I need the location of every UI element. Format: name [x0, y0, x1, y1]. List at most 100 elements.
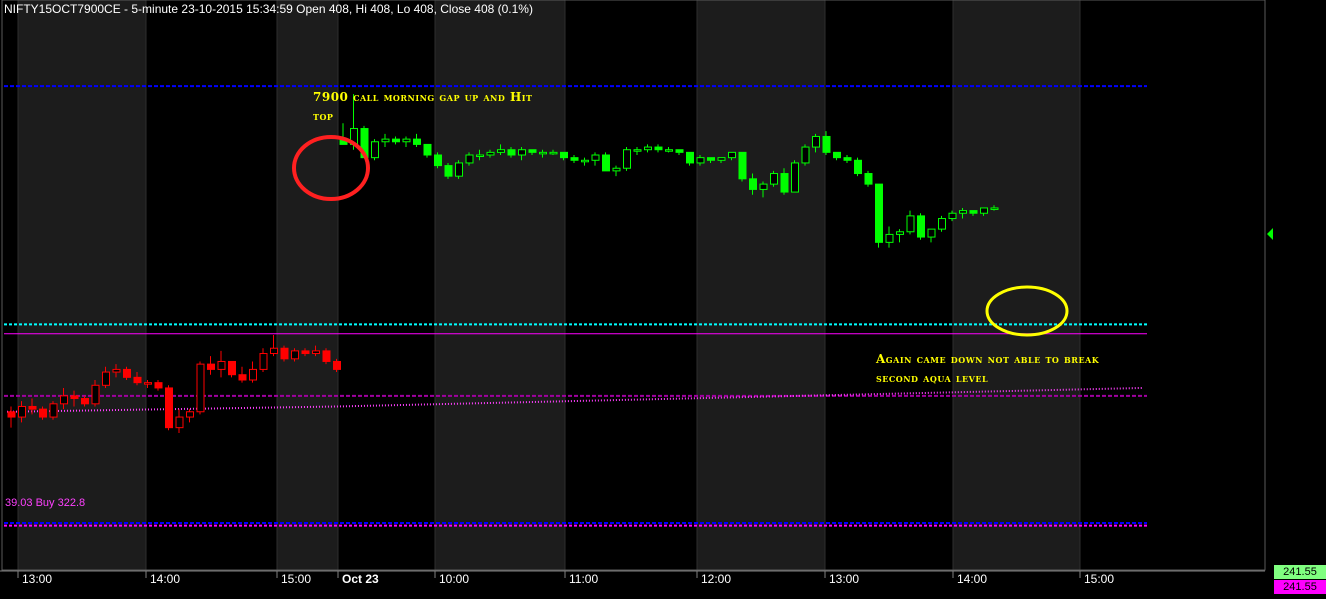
- candle-body: [423, 143, 432, 156]
- candle-body: [322, 350, 331, 362]
- candle-body: [560, 151, 568, 159]
- candle-body: [707, 157, 715, 161]
- annotation-top-line2: top: [313, 109, 333, 123]
- candle-body: [969, 210, 978, 214]
- candle-body: [291, 350, 299, 360]
- candle-body: [238, 374, 247, 381]
- x-tick-label: 11:00: [569, 572, 598, 586]
- candle-body: [381, 138, 390, 143]
- candle-body: [864, 173, 873, 185]
- candle-body: [780, 173, 789, 193]
- candle-body: [623, 149, 631, 169]
- candle-body: [770, 173, 778, 185]
- candle-body: [154, 382, 163, 389]
- candle-body: [465, 154, 474, 164]
- candle-body: [217, 360, 226, 370]
- candle-body: [728, 151, 736, 159]
- candle-body: [81, 398, 89, 405]
- candle-body: [39, 408, 47, 418]
- candle-body: [570, 157, 579, 161]
- x-tick-label: 14:00: [150, 572, 180, 586]
- candle-body: [507, 149, 516, 156]
- candle-body: [486, 151, 495, 156]
- candle-body: [207, 363, 215, 370]
- candle-body: [654, 146, 663, 151]
- candle-body: [476, 154, 484, 157]
- candle-body: [854, 159, 862, 175]
- candle-body: [301, 350, 310, 355]
- candle-body: [549, 151, 558, 155]
- candle-body: [906, 215, 915, 233]
- chart-title: NIFTY15OCT7900CE - 5-minute 23-10-2015 1…: [4, 2, 533, 16]
- x-tick-label: 12:00: [701, 572, 731, 586]
- candle-body: [791, 162, 799, 193]
- candle-body: [675, 149, 684, 153]
- candle-body: [539, 151, 547, 155]
- candle-body: [497, 149, 505, 153]
- candle-body: [717, 157, 726, 161]
- candle-body: [990, 207, 999, 210]
- candle-body: [875, 183, 883, 243]
- candle-body: [49, 403, 58, 418]
- candle-body: [7, 411, 16, 418]
- candle-body: [896, 231, 904, 235]
- candle-body: [123, 368, 131, 378]
- candle-body: [270, 347, 278, 355]
- candle-body: [612, 167, 621, 172]
- price-box-lower: 241.55: [1274, 580, 1326, 594]
- candle-body: [186, 411, 194, 418]
- candle-body: [948, 212, 957, 220]
- candle-body: [228, 360, 236, 376]
- x-tick-label: Oct 23: [342, 572, 379, 586]
- candle-body: [843, 157, 852, 161]
- candle-body: [112, 368, 121, 373]
- candle-body: [444, 165, 453, 177]
- candle-body: [392, 138, 400, 143]
- candle-body: [249, 368, 257, 381]
- x-tick-label: 15:00: [281, 572, 311, 586]
- candle-body: [738, 151, 747, 180]
- annotation-bottom-line1: Again came down not able to break: [875, 352, 1100, 366]
- candle-body: [28, 405, 37, 410]
- candle-body: [980, 207, 988, 214]
- candle-body: [371, 141, 379, 159]
- candle-body: [644, 146, 652, 151]
- candle-body: [402, 138, 411, 143]
- candle-body: [917, 215, 925, 238]
- candle-body: [696, 157, 705, 164]
- candle-body: [455, 162, 463, 177]
- candle-body: [144, 382, 152, 385]
- candle-body: [518, 149, 526, 156]
- candle-body: [333, 360, 341, 370]
- candle-body: [833, 151, 841, 159]
- annotation-bottom-line2: second aqua level: [876, 371, 988, 385]
- candle-body: [633, 149, 642, 152]
- candle-body: [759, 183, 768, 190]
- candle-body: [18, 405, 26, 418]
- candle-body: [60, 395, 68, 405]
- price-box-upper: 241.55: [1274, 565, 1326, 579]
- x-tick-label: 14:00: [957, 572, 987, 586]
- candle-body: [801, 146, 810, 164]
- candle-body: [175, 416, 184, 429]
- candle-body: [196, 363, 205, 413]
- x-tick-label: 10:00: [439, 572, 469, 586]
- candle-body: [133, 376, 142, 384]
- candle-body: [686, 151, 694, 164]
- indicator-label: 39.03 Buy 322.8: [5, 497, 85, 509]
- candle-body: [581, 159, 589, 163]
- candle-body: [434, 154, 442, 167]
- candle-body: [749, 178, 757, 190]
- candle-body: [812, 135, 820, 148]
- candle-body: [665, 149, 673, 152]
- x-tick-label: 15:00: [1084, 572, 1114, 586]
- candle-body: [528, 149, 537, 153]
- x-tick-label: 13:00: [829, 572, 859, 586]
- candle-body: [885, 233, 894, 243]
- candle-body: [938, 218, 946, 230]
- candle-body: [102, 371, 110, 386]
- chart-canvas[interactable]: 13:00 14:00 15:00 Oct 23 10:00 11:00 12:00 13:0…: [0, 0, 1326, 599]
- x-tick-label: 13:00: [22, 572, 52, 586]
- candle-body: [259, 353, 268, 370]
- chart-background: [0, 0, 1326, 599]
